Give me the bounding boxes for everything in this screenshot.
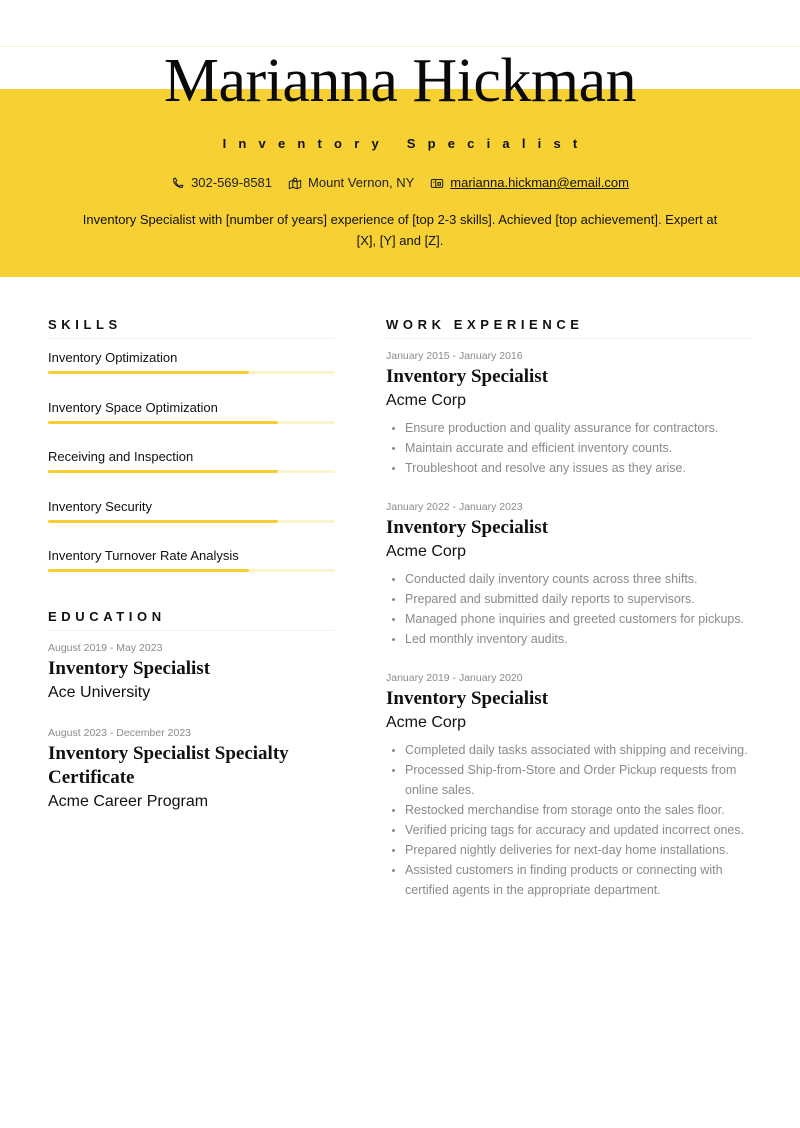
education-school: Acme Career Program [48,792,209,810]
skill-item: Inventory Security [48,498,335,538]
skill-bar-fill [48,470,278,473]
location-icon [288,177,302,189]
skill-bar-track [48,420,335,424]
education-degree: Inventory Specialist Specialty Certifica… [48,742,289,788]
job-bullet: Assisted customers in finding products o… [392,860,752,900]
skill-bar-fill [48,519,278,523]
job-bullet: Conducted daily inventory counts across … [392,569,752,589]
skills-list: Inventory Optimization Inventory Space Op… [48,349,335,587]
job-entry: January 2019 - January 2020 Inventory Spe… [386,671,752,900]
job-bullets: Completed daily tasks associated with sh… [386,740,752,900]
job-dates: January 2015 - January 2016 [386,350,523,362]
job-bullet: Processed Ship-from-Store and Order Pick… [392,760,752,800]
job-bullet: Completed daily tasks associated with sh… [392,740,752,760]
skill-name: Inventory Security [48,498,153,514]
skill-item: Inventory Space Optimization [48,399,335,439]
skill-name: Inventory Optimization [48,350,178,365]
job-bullet: Led monthly inventory audits. [392,629,752,649]
experience-heading: WORK EXPERIENCE [386,317,752,339]
job-dates: January 2022 - January 2023 [386,501,523,513]
location-text: Mount Vernon, NY [308,175,415,190]
job-bullet: Troubleshoot and resolve any issues as t… [392,458,752,478]
phone-icon [173,177,184,188]
skill-bar-fill [48,569,249,572]
skill-name: Receiving and Inspection [48,449,194,464]
education-dates: August 2019 - May 2023 [48,641,163,654]
skill-name: Inventory Space Optimization [48,399,218,415]
job-bullet: Ensure production and quality assurance … [392,418,752,438]
skill-item: Inventory Optimization [48,349,335,389]
skill-item: Inventory Turnover Rate Analysis [48,547,335,587]
education-list: August 2019 - May 2023 Inventory Speciali… [48,641,335,813]
skill-bar-fill [48,371,249,374]
job-dates: January 2019 - January 2020 [386,672,523,684]
education-school: Ace University [48,683,151,701]
skills-heading: SKILLS [48,317,335,339]
job-entry: January 2015 - January 2016 Inventory Spe… [386,349,752,478]
job-role: Inventory Specialist [386,366,549,387]
job-title: Inventory Specialist [222,136,590,151]
education-entry: August 2019 - May 2023 Inventory Speciali… [48,641,335,704]
skill-bar-track [48,470,335,473]
profile-summary: Inventory Specialist with [number of yea… [82,212,718,248]
skill-bar-fill [48,420,278,424]
education-entry: August 2023 - December 2023 Inventory Spe… [48,726,335,813]
candidate-name: Marianna Hickman [163,47,637,115]
contact-email: marianna.hickman@email.com [430,175,629,190]
skill-name: Inventory Turnover Rate Analysis [48,548,239,563]
email-icon [431,178,444,188]
job-company: Acme Corp [386,543,467,560]
contact-location: Mount Vernon, NY [288,175,414,190]
email-link[interactable]: marianna.hickman@email.com [450,175,629,190]
job-bullet: Prepared nightly deliveries for next-day… [392,840,752,860]
right-column: WORK EXPERIENCE January 2015 - January 2… [386,317,752,900]
job-bullet: Maintain accurate and efficient inventor… [392,438,752,458]
skill-bar-track [48,371,335,374]
job-bullet: Verified pricing tags for accuracy and u… [392,820,752,840]
job-bullet: Prepared and submitted daily reports to … [392,589,752,609]
job-bullet: Managed phone inquiries and greeted cust… [392,609,752,629]
contact-row: 302-569-8581 Mount Vernon, NY marianna.h… [0,175,800,190]
skill-item: Receiving and Inspection [48,448,335,488]
skill-bar-track [48,569,335,572]
job-bullet: Restocked merchandise from storage onto … [392,800,752,820]
skill-bar-track [48,519,335,523]
job-role: Inventory Specialist [386,517,549,538]
contact-phone: 302-569-8581 [171,175,272,190]
education-dates: August 2023 - December 2023 [48,726,192,739]
job-company: Acme Corp [386,714,467,731]
job-company: Acme Corp [386,392,467,409]
job-bullets: Conducted daily inventory counts across … [386,569,752,649]
education-degree: Inventory Specialist [48,657,211,679]
left-column: SKILLS Inventory Optimization Inventory S… [48,317,335,813]
education-heading: EDUCATION [48,609,335,631]
experience-list: January 2015 - January 2016 Inventory Spe… [386,349,752,900]
job-bullets: Ensure production and quality assurance … [386,418,752,478]
job-role: Inventory Specialist [386,688,549,709]
job-entry: January 2022 - January 2023 Inventory Spe… [386,500,752,649]
phone-text: 302-569-8581 [191,175,273,190]
